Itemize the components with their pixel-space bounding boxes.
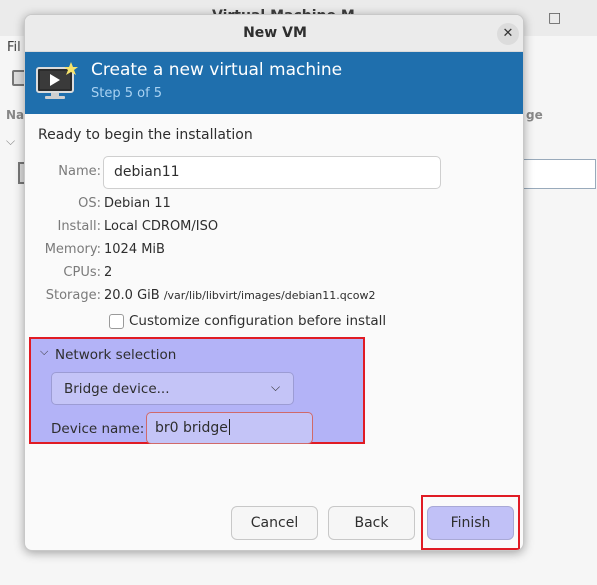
network-source-dropdown[interactable]: Bridge device... ⌵ [51, 372, 294, 405]
minimize-icon[interactable]: □ [548, 10, 561, 26]
wizard-title: Create a new virtual machine [91, 60, 343, 80]
network-selection-expander[interactable]: Network selection [55, 347, 176, 363]
network-selection-section: ⌵ Network selection Bridge device... ⌵ D… [29, 337, 365, 444]
expander-chevron-icon[interactable]: ⌵ [40, 345, 48, 359]
cpu-usage-graph [522, 159, 596, 189]
text-cursor [228, 419, 230, 435]
dialog-titlebar: New VM ✕ [25, 15, 523, 52]
chevron-down-icon[interactable]: ⌵ [6, 134, 15, 149]
column-header-usage[interactable]: ge [526, 108, 543, 122]
device-name-label: Device name: [51, 421, 145, 437]
vm-name-input[interactable]: debian11 [103, 156, 441, 189]
storage-size: 20.0 GiB [104, 288, 160, 303]
cancel-button[interactable]: Cancel [231, 506, 318, 540]
memory-label: Memory: [44, 242, 101, 257]
customize-label[interactable]: Customize configuration before install [129, 313, 386, 329]
storage-value: 20.0 GiB /var/lib/libvirt/images/debian1… [104, 288, 375, 303]
ready-heading: Ready to begin the installation [38, 127, 253, 143]
network-source-value: Bridge device... [64, 381, 170, 397]
column-header-name[interactable]: Na [6, 108, 24, 122]
storage-path: /var/lib/libvirt/images/debian11.qcow2 [163, 289, 376, 302]
dialog-title: New VM [243, 25, 307, 41]
vm-monitor-star-icon [36, 62, 78, 99]
os-label: OS: [78, 196, 101, 211]
device-name-input[interactable]: br0 bridge [146, 412, 313, 444]
back-button[interactable]: Back [328, 506, 415, 540]
close-icon[interactable]: ✕ [497, 23, 519, 45]
customize-checkbox[interactable] [109, 314, 124, 329]
finish-button[interactable]: Finish [427, 506, 514, 540]
new-vm-dialog: New VM ✕ Create a new virtual machine St… [24, 14, 524, 551]
install-label: Install: [57, 219, 101, 234]
name-label: Name: [58, 164, 101, 179]
os-value: Debian 11 [104, 196, 171, 211]
chevron-down-icon: ⌵ [271, 380, 281, 394]
memory-value: 1024 MiB [104, 242, 165, 257]
device-name-value: br0 bridge [155, 420, 228, 436]
cpus-label: CPUs: [63, 265, 101, 280]
menu-file[interactable]: Fil [7, 40, 21, 55]
wizard-step: Step 5 of 5 [91, 86, 163, 101]
install-value: Local CDROM/ISO [104, 219, 219, 234]
wizard-banner: Create a new virtual machine Step 5 of 5 [25, 52, 523, 114]
cpus-value: 2 [104, 265, 113, 280]
storage-label: Storage: [45, 288, 101, 303]
